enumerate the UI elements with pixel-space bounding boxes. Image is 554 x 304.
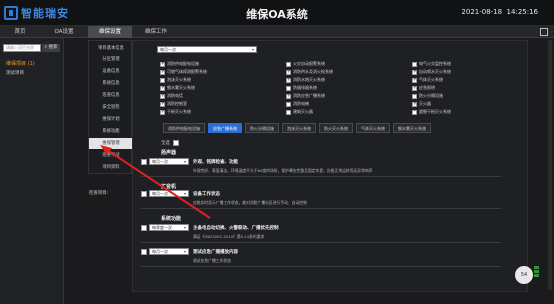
status-badge[interactable]: 54: [515, 266, 533, 284]
signal-icon: [534, 266, 539, 282]
annotation-arrow-icon: [100, 145, 211, 219]
